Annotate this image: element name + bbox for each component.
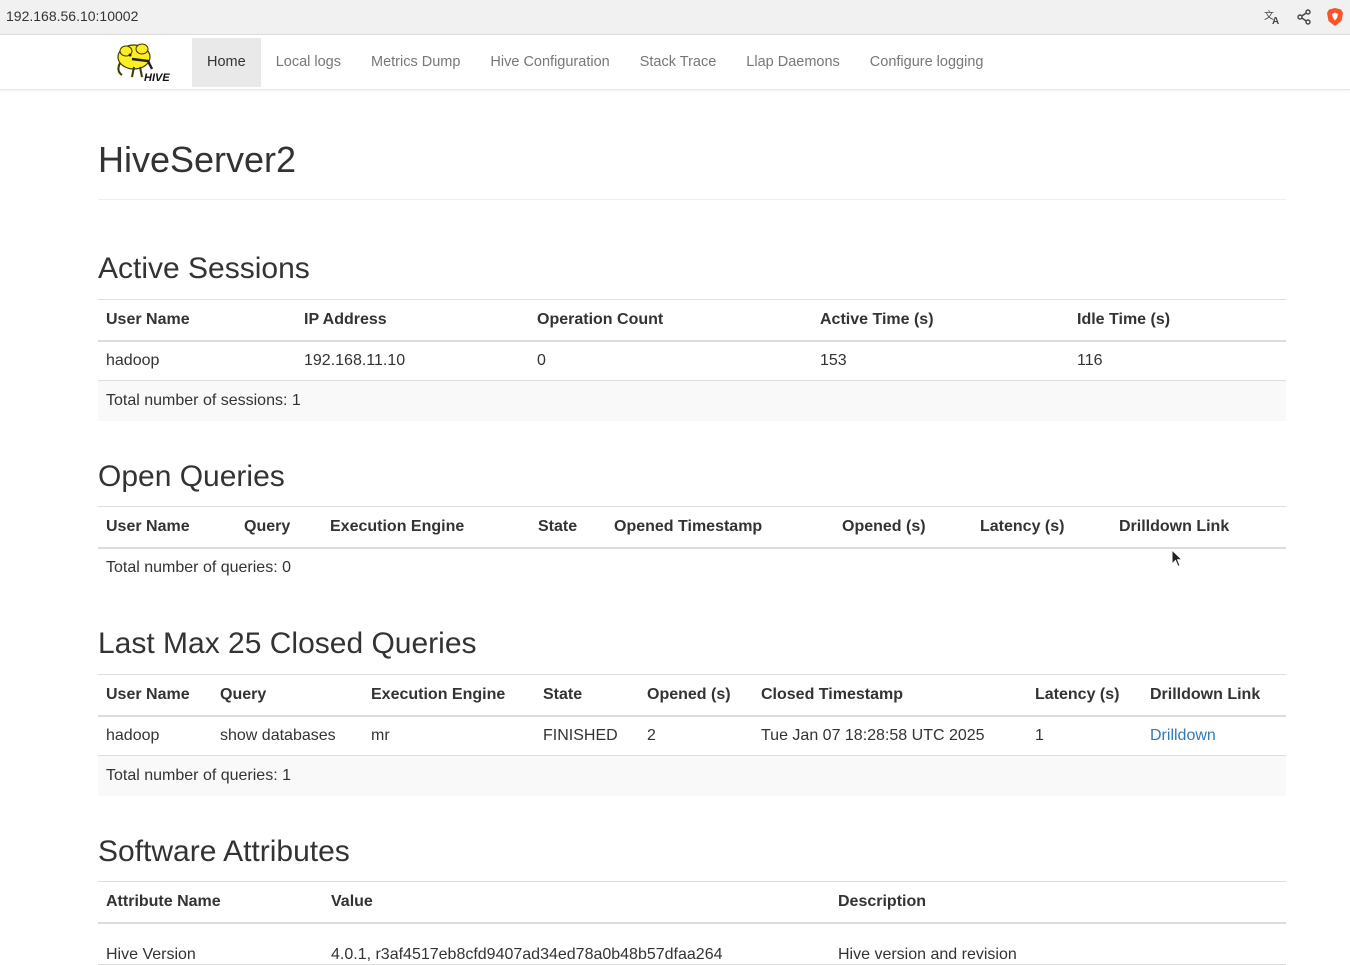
sessions-total: Total number of sessions: 1 bbox=[98, 380, 1286, 421]
column-header: Latency (s) bbox=[1027, 674, 1142, 717]
column-header: Drilldown Link bbox=[1142, 674, 1286, 717]
column-header: Value bbox=[323, 881, 830, 924]
nav-configure-logging[interactable]: Configure logging bbox=[855, 38, 999, 87]
active-sessions-heading: Active Sessions bbox=[98, 252, 310, 285]
browser-address-bar: 192.168.56.10:10002 文 A bbox=[0, 0, 1350, 35]
svg-text:A: A bbox=[1272, 16, 1279, 26]
closed-queries-table: User Name Query Execution Engine State O… bbox=[98, 674, 1286, 796]
column-header: Operation Count bbox=[529, 299, 812, 342]
query-closed-timestamp: Tue Jan 07 18:28:58 UTC 2025 bbox=[753, 715, 1027, 756]
nav-stack-trace[interactable]: Stack Trace bbox=[625, 38, 732, 87]
query-execution-engine: mr bbox=[363, 715, 535, 756]
column-header: Query bbox=[212, 674, 363, 717]
brave-shield-icon[interactable] bbox=[1326, 7, 1344, 27]
query-drilldown-cell: Drilldown bbox=[1142, 715, 1286, 756]
column-header: Execution Engine bbox=[322, 506, 530, 549]
closed-queries-heading: Last Max 25 Closed Queries bbox=[98, 627, 477, 660]
query-latency: 1 bbox=[1027, 715, 1142, 756]
table-header-row: User Name Query Execution Engine State O… bbox=[98, 506, 1286, 549]
table-row: Hive Version 4.0.1, r3af4517eb8cfd9407ad… bbox=[98, 922, 1286, 965]
column-header: Attribute Name bbox=[98, 881, 323, 924]
total-row: Total number of queries: 1 bbox=[98, 755, 1286, 796]
column-header: Idle Time (s) bbox=[1069, 299, 1286, 342]
column-header: Opened (s) bbox=[639, 674, 753, 717]
column-header: User Name bbox=[98, 674, 212, 717]
active-sessions-table: User Name IP Address Operation Count Act… bbox=[98, 299, 1286, 421]
title-divider bbox=[98, 199, 1286, 200]
query-user-name: hadoop bbox=[98, 715, 212, 756]
column-header: User Name bbox=[98, 299, 296, 342]
nav-local-logs[interactable]: Local logs bbox=[261, 38, 356, 87]
column-header: Description bbox=[830, 881, 1286, 924]
table-row: hadoop 192.168.11.10 0 153 116 bbox=[98, 340, 1286, 381]
session-user-name: hadoop bbox=[98, 340, 296, 381]
table-row: hadoop show databases mr FINISHED 2 Tue … bbox=[98, 715, 1286, 756]
software-attributes-table: Attribute Name Value Description Hive Ve… bbox=[98, 881, 1286, 965]
nav-hive-configuration[interactable]: Hive Configuration bbox=[475, 38, 624, 87]
session-active-time: 153 bbox=[812, 340, 1069, 381]
mouse-cursor-icon bbox=[1171, 548, 1184, 573]
nav-llap-daemons[interactable]: Llap Daemons bbox=[731, 38, 855, 87]
hive-logo[interactable]: HIVE bbox=[112, 39, 180, 85]
logo-text: HIVE bbox=[144, 72, 170, 84]
nav-home[interactable]: Home bbox=[192, 38, 261, 87]
query-state: FINISHED bbox=[535, 715, 639, 756]
total-row: Total number of queries: 0 bbox=[98, 548, 1286, 588]
table-header-row: User Name IP Address Operation Count Act… bbox=[98, 299, 1286, 342]
drilldown-link[interactable]: Drilldown bbox=[1150, 727, 1216, 744]
column-header: Closed Timestamp bbox=[753, 674, 1027, 717]
share-icon[interactable] bbox=[1296, 9, 1312, 25]
column-header: Opened (s) bbox=[834, 506, 972, 549]
attribute-value: 4.0.1, r3af4517eb8cfd9407ad34ed78a0b48b5… bbox=[323, 922, 830, 965]
attribute-description: Hive version and revision bbox=[830, 922, 1286, 965]
column-header: User Name bbox=[98, 506, 236, 549]
top-navbar: HIVE Home Local logs Metrics Dump Hive C… bbox=[0, 35, 1350, 90]
query-opened-seconds: 2 bbox=[639, 715, 753, 756]
query-text: show databases bbox=[212, 715, 363, 756]
column-header: Opened Timestamp bbox=[606, 506, 834, 549]
open-queries-heading: Open Queries bbox=[98, 460, 285, 493]
column-header: Active Time (s) bbox=[812, 299, 1069, 342]
column-header: Query bbox=[236, 506, 322, 549]
open-queries-total: Total number of queries: 0 bbox=[106, 559, 291, 576]
table-header-row: User Name Query Execution Engine State O… bbox=[98, 674, 1286, 717]
session-operation-count: 0 bbox=[529, 340, 812, 381]
column-header: Latency (s) bbox=[972, 506, 1111, 549]
nav-links: Home Local logs Metrics Dump Hive Config… bbox=[192, 38, 998, 87]
column-header: Execution Engine bbox=[363, 674, 535, 717]
attribute-name: Hive Version bbox=[98, 922, 323, 965]
translate-icon[interactable]: 文 A bbox=[1264, 8, 1282, 26]
column-header: IP Address bbox=[296, 299, 529, 342]
page-title: HiveServer2 bbox=[98, 139, 297, 180]
software-attributes-heading: Software Attributes bbox=[98, 835, 350, 868]
column-header: State bbox=[530, 506, 606, 549]
open-queries-table: User Name Query Execution Engine State O… bbox=[98, 506, 1286, 588]
table-header-row: Attribute Name Value Description bbox=[98, 881, 1286, 924]
nav-metrics-dump[interactable]: Metrics Dump bbox=[356, 38, 475, 87]
closed-queries-total: Total number of queries: 1 bbox=[98, 755, 1286, 796]
session-idle-time: 116 bbox=[1069, 340, 1286, 381]
column-header: Drilldown Link bbox=[1111, 506, 1286, 549]
browser-toolbar-icons: 文 A bbox=[1264, 7, 1344, 27]
session-ip-address: 192.168.11.10 bbox=[296, 340, 529, 381]
url-text[interactable]: 192.168.56.10:10002 bbox=[6, 8, 138, 24]
total-row: Total number of sessions: 1 bbox=[98, 380, 1286, 421]
column-header: State bbox=[535, 674, 639, 717]
